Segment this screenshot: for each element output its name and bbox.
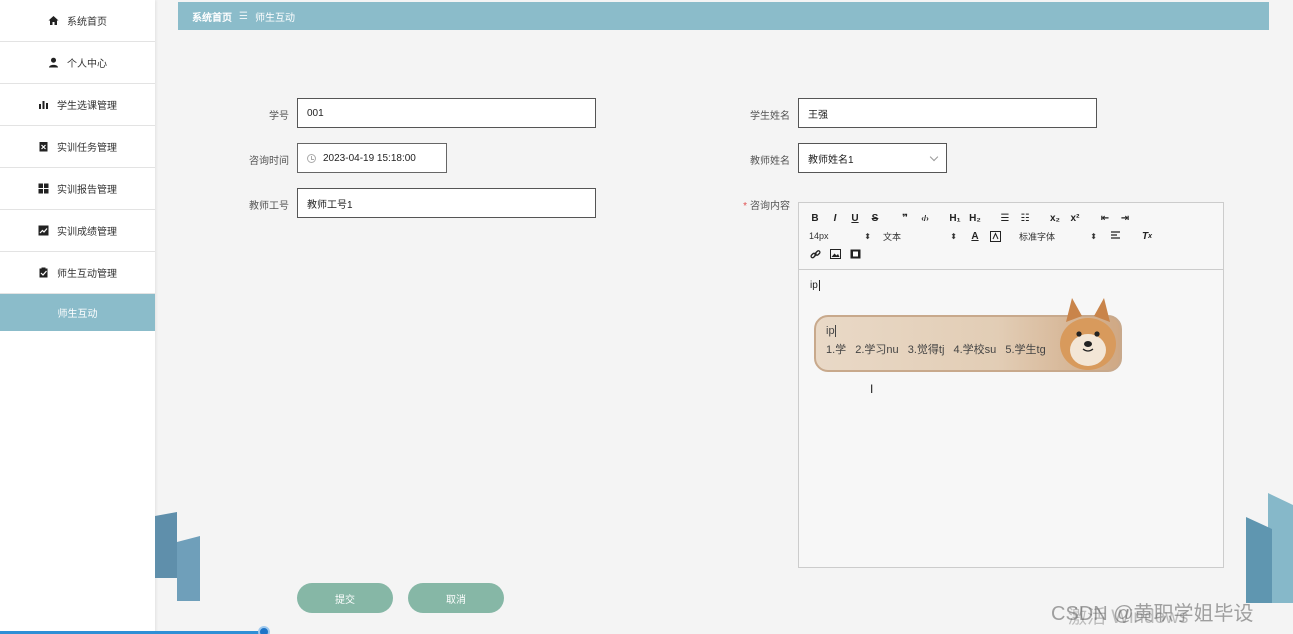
student-name-label: 学生姓名 [750,111,790,122]
ime-candidate[interactable]: 4.学校su [953,344,996,356]
sidebar-item-home[interactable]: 系统首页 [0,0,155,42]
clock-icon [307,153,316,163]
breadcrumb-current: 师生互动 [254,12,295,24]
clear-format-icon[interactable]: Tx [1141,231,1153,242]
h1-button[interactable]: H₁ [949,213,961,224]
trend-icon [38,225,49,236]
dog-mascot-image [1060,298,1116,370]
font-color-icon[interactable]: A [969,231,981,242]
select-arrows-icon: ⬍ [1090,231,1097,241]
sidebar-item-label: 系统首页 [67,17,107,28]
sidebar: 系统首页 个人中心 学生选课管理 实训任务管理 实训报告管理 实训成绩管理 师生… [0,0,155,634]
editor-toolbar: B I U S ❞ ‹/› H₁ H₂ ☰ ☷ x₂ x² ⇤ ⇥ 14px⬍ [799,203,1223,270]
ime-candidate[interactable]: 2.学习nu [855,344,898,356]
clipboard-icon [38,267,49,278]
background-color-icon[interactable] [989,230,1001,242]
outdent-button[interactable]: ⇤ [1099,213,1111,224]
strike-button[interactable]: S [869,213,881,224]
consult-time-picker[interactable]: 2023-04-19 15:18:00 [297,143,447,173]
italic-button[interactable]: I [829,213,841,224]
editor-text: ip [810,280,818,291]
sidebar-item-label: 师生互动管理 [57,269,117,280]
consult-time-value: 2023-04-19 15:18:00 [323,152,416,164]
h2-button[interactable]: H₂ [969,213,981,224]
sidebar-item-interaction[interactable]: 师生互动 [0,294,155,331]
link-icon[interactable] [809,249,821,260]
required-asterisk: * [743,201,747,212]
sidebar-item-label: 个人中心 [67,59,107,70]
code-button[interactable]: ‹/› [919,214,931,223]
sidebar-item-training-report[interactable]: 实训报告管理 [0,168,155,210]
bullet-list-button[interactable]: ☷ [1019,213,1031,224]
sidebar-item-course-selection[interactable]: 学生选课管理 [0,84,155,126]
ordered-list-button[interactable]: ☰ [999,213,1011,224]
teacher-name-label: 教师姓名 [750,156,790,167]
text-type-select[interactable]: 文本 ⬍ [883,230,957,243]
breadcrumb-home[interactable]: 系统首页 [192,9,232,24]
sidebar-item-training-score[interactable]: 实训成绩管理 [0,210,155,252]
task-icon [38,141,49,152]
home-icon [48,15,59,26]
ime-candidate[interactable]: 3.觉得tj [908,344,945,356]
teacher-no-label: 教师工号 [249,201,289,212]
font-size-select[interactable]: 14px ⬍ [809,231,871,241]
rich-text-editor[interactable]: B I U S ❞ ‹/› H₁ H₂ ☰ ☷ x₂ x² ⇤ ⇥ 14px⬍ [798,202,1224,568]
underline-button[interactable]: U [849,213,861,224]
consult-time-label: 咨询时间 [249,156,289,167]
sidebar-item-interaction-management[interactable]: 师生互动管理 [0,252,155,294]
decorative-shapes-right [1246,493,1293,603]
sidebar-item-label: 实训报告管理 [57,185,117,196]
sidebar-item-label: 学生选课管理 [57,101,117,112]
ime-candidate[interactable]: 1.学 [826,344,846,356]
student-no-label: 学号 [269,111,289,122]
blockquote-button[interactable]: ❞ [899,213,911,224]
teacher-no-input[interactable]: 教师工号1 [297,188,596,218]
select-arrows-icon: ⬍ [950,231,957,241]
user-icon [48,57,59,68]
sidebar-item-label: 师生互动 [57,309,98,320]
sidebar-item-label: 实训成绩管理 [57,227,117,238]
subscript-button[interactable]: x₂ [1049,213,1061,224]
bar-chart-icon [38,99,49,110]
indent-button[interactable]: ⇥ [1119,213,1131,224]
font-family-select[interactable]: 标准字体 ⬍ [1019,230,1097,243]
student-no-input[interactable]: 001 [297,98,596,128]
student-no-value: 001 [307,107,324,119]
consult-content-label: * 咨询内容 [743,201,790,212]
cancel-button[interactable]: 取消 [408,583,504,613]
text-cursor-icon: I [870,382,874,396]
csdn-watermark: CSDN @黄职学姐毕设 [1051,603,1254,625]
chevron-down-icon [929,152,939,162]
image-icon[interactable] [829,249,841,259]
student-name-input[interactable]: 王强 [798,98,1097,128]
ime-candidate[interactable]: 5.学生tg [1005,344,1045,356]
progress-knob[interactable] [258,626,270,634]
student-name-value: 王强 [808,109,828,121]
align-left-icon[interactable] [1109,231,1121,241]
video-icon[interactable] [849,249,861,259]
submit-button[interactable]: 提交 [297,583,393,613]
select-arrows-icon: ⬍ [864,231,871,241]
grid-icon [38,183,49,194]
teacher-name-value: 教师姓名1 [808,154,854,166]
editor-content[interactable]: ip [799,270,1223,301]
sidebar-item-training-task[interactable]: 实训任务管理 [0,126,155,168]
teacher-name-select[interactable]: 教师姓名1 [798,143,947,173]
decorative-shapes-left [155,512,200,601]
sidebar-item-label: 实训任务管理 [57,143,117,154]
teacher-no-value: 教师工号1 [307,199,353,211]
breadcrumb: 系统首页 ☰ 师生互动 [178,2,1269,30]
bold-button[interactable]: B [809,213,821,224]
sidebar-item-profile[interactable]: 个人中心 [0,42,155,84]
breadcrumb-separator-icon: ☰ [239,10,248,22]
superscript-button[interactable]: x² [1069,213,1081,224]
